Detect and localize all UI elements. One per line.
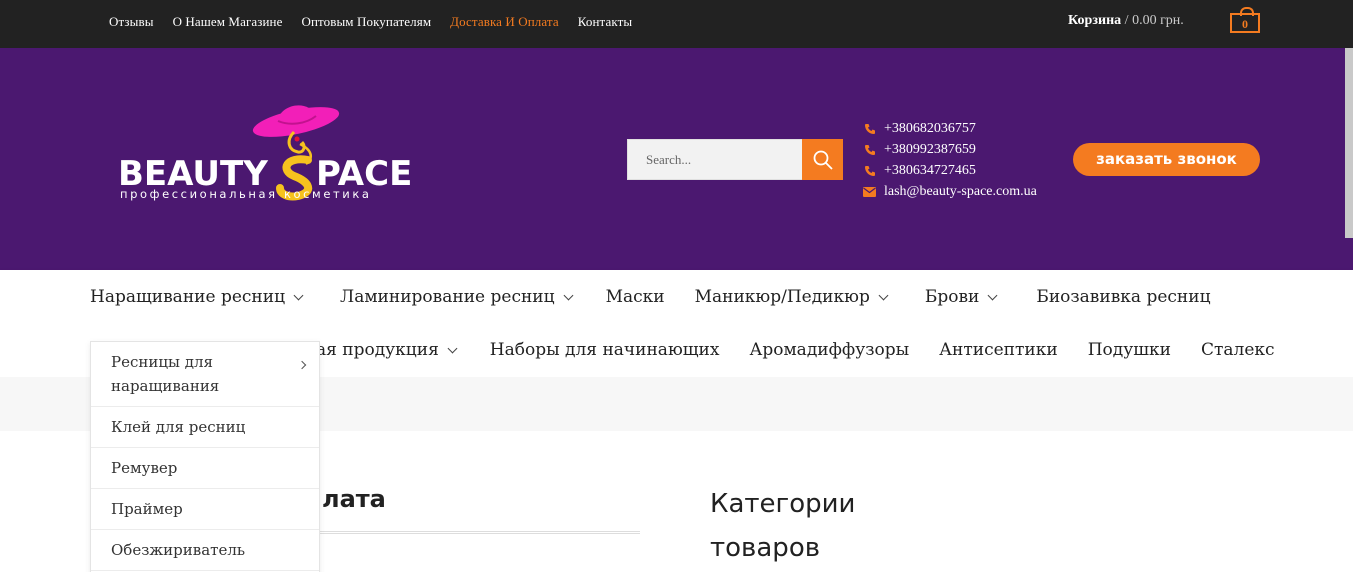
top-link-contacts[interactable]: Контакты	[578, 14, 632, 30]
menu-item-lash-curl[interactable]: Биозавивка ресниц	[1036, 287, 1210, 307]
page-title: лата	[322, 485, 386, 513]
cart-label: Корзина	[1068, 13, 1122, 28]
chevron-down-icon	[878, 290, 889, 300]
phone-row[interactable]: +380634727465	[863, 160, 1037, 181]
menu-item-masks[interactable]: Маски	[606, 287, 665, 307]
logo-tagline: профессиональная косметика	[120, 187, 372, 201]
submenu-item-degreaser[interactable]: Обезжириватель	[91, 530, 319, 571]
top-link-wholesale[interactable]: Оптовым Покупателям	[301, 14, 431, 30]
logo-hat-icon	[252, 105, 340, 137]
menu-item-antiseptics[interactable]: Антисептики	[939, 340, 1058, 360]
chevron-down-icon	[293, 290, 304, 300]
phone-icon	[863, 164, 876, 177]
top-bar: Отзывы О Нашем Магазине Оптовым Покупате…	[0, 0, 1353, 48]
top-link-reviews[interactable]: Отзывы	[109, 14, 154, 30]
menu-item-manicure[interactable]: Маникюр/Педикюр	[695, 287, 889, 307]
top-link-about[interactable]: О Нашем Магазине	[173, 14, 283, 30]
submenu-item-glue[interactable]: Клей для ресниц	[91, 407, 319, 448]
menu-row-1: Наращивание ресниц Ламинирование ресниц …	[90, 284, 1211, 310]
phone-row[interactable]: +380682036757	[863, 118, 1037, 139]
phone-row[interactable]: +380992387659	[863, 139, 1037, 160]
submenu-item-remover[interactable]: Ремувер	[91, 448, 319, 489]
menu-item-starter-kits[interactable]: Наборы для начинающих	[490, 340, 720, 360]
scrollbar[interactable]	[1345, 48, 1353, 238]
email-row[interactable]: lash@beauty-space.com.ua	[863, 181, 1037, 202]
chevron-down-icon	[563, 290, 574, 300]
chevron-down-icon	[447, 343, 458, 353]
cart-count: 0	[1242, 17, 1248, 31]
menu-item-eyelash-extension[interactable]: Наращивание ресниц	[90, 287, 304, 307]
contacts-block: +380682036757 +380992387659 +38063472746…	[863, 118, 1037, 202]
cart-bag-icon[interactable]: 0	[1230, 7, 1260, 33]
cart-separator: /	[1121, 13, 1133, 28]
cart-summary[interactable]: Корзина / 0.00 грн.	[1068, 13, 1184, 29]
menu-item-staleks[interactable]: Сталекс	[1201, 340, 1275, 360]
phone-icon	[863, 143, 876, 156]
top-nav: Отзывы О Нашем Магазине Оптовым Покупате…	[109, 0, 632, 44]
beauty-space-logo[interactable]: BEAUTY PACE профессиональная косметика	[118, 100, 440, 202]
top-link-delivery[interactable]: Доставка И Оплата	[450, 14, 559, 30]
submenu-item-primer[interactable]: Праймер	[91, 489, 319, 530]
request-call-button[interactable]: заказать звонок	[1073, 143, 1260, 176]
menu-item-pillows[interactable]: Подушки	[1088, 340, 1171, 360]
search-button[interactable]	[802, 139, 843, 180]
submenu-item-lashes[interactable]: Ресницы для наращивания	[91, 342, 319, 407]
menu-item-brows[interactable]: Брови	[925, 287, 998, 307]
search-input[interactable]: Search...	[627, 139, 803, 180]
phone-number: +380682036757	[884, 120, 976, 136]
phone-icon	[863, 122, 876, 135]
menu-row-2: ая продукция Наборы для начинающих Арома…	[316, 337, 1275, 363]
title-divider	[320, 531, 640, 534]
phone-number: +380992387659	[884, 141, 976, 157]
menu-item-products[interactable]: ая продукция	[316, 340, 458, 360]
envelope-icon	[863, 185, 876, 198]
menu-item-lash-lamination[interactable]: Ламинирование ресниц	[340, 287, 574, 307]
submenu-dropdown: Ресницы для наращивания Клей для ресниц …	[90, 341, 320, 572]
email-address: lash@beauty-space.com.ua	[884, 183, 1037, 199]
chevron-right-icon	[297, 360, 307, 370]
cart-total: 0.00 грн.	[1132, 13, 1184, 28]
search-icon	[813, 150, 833, 170]
menu-item-aroma-diffusers[interactable]: Аромадиффузоры	[749, 340, 909, 360]
phone-number: +380634727465	[884, 162, 976, 178]
categories-heading: Категории товаров	[710, 489, 856, 563]
chevron-down-icon	[987, 290, 998, 300]
